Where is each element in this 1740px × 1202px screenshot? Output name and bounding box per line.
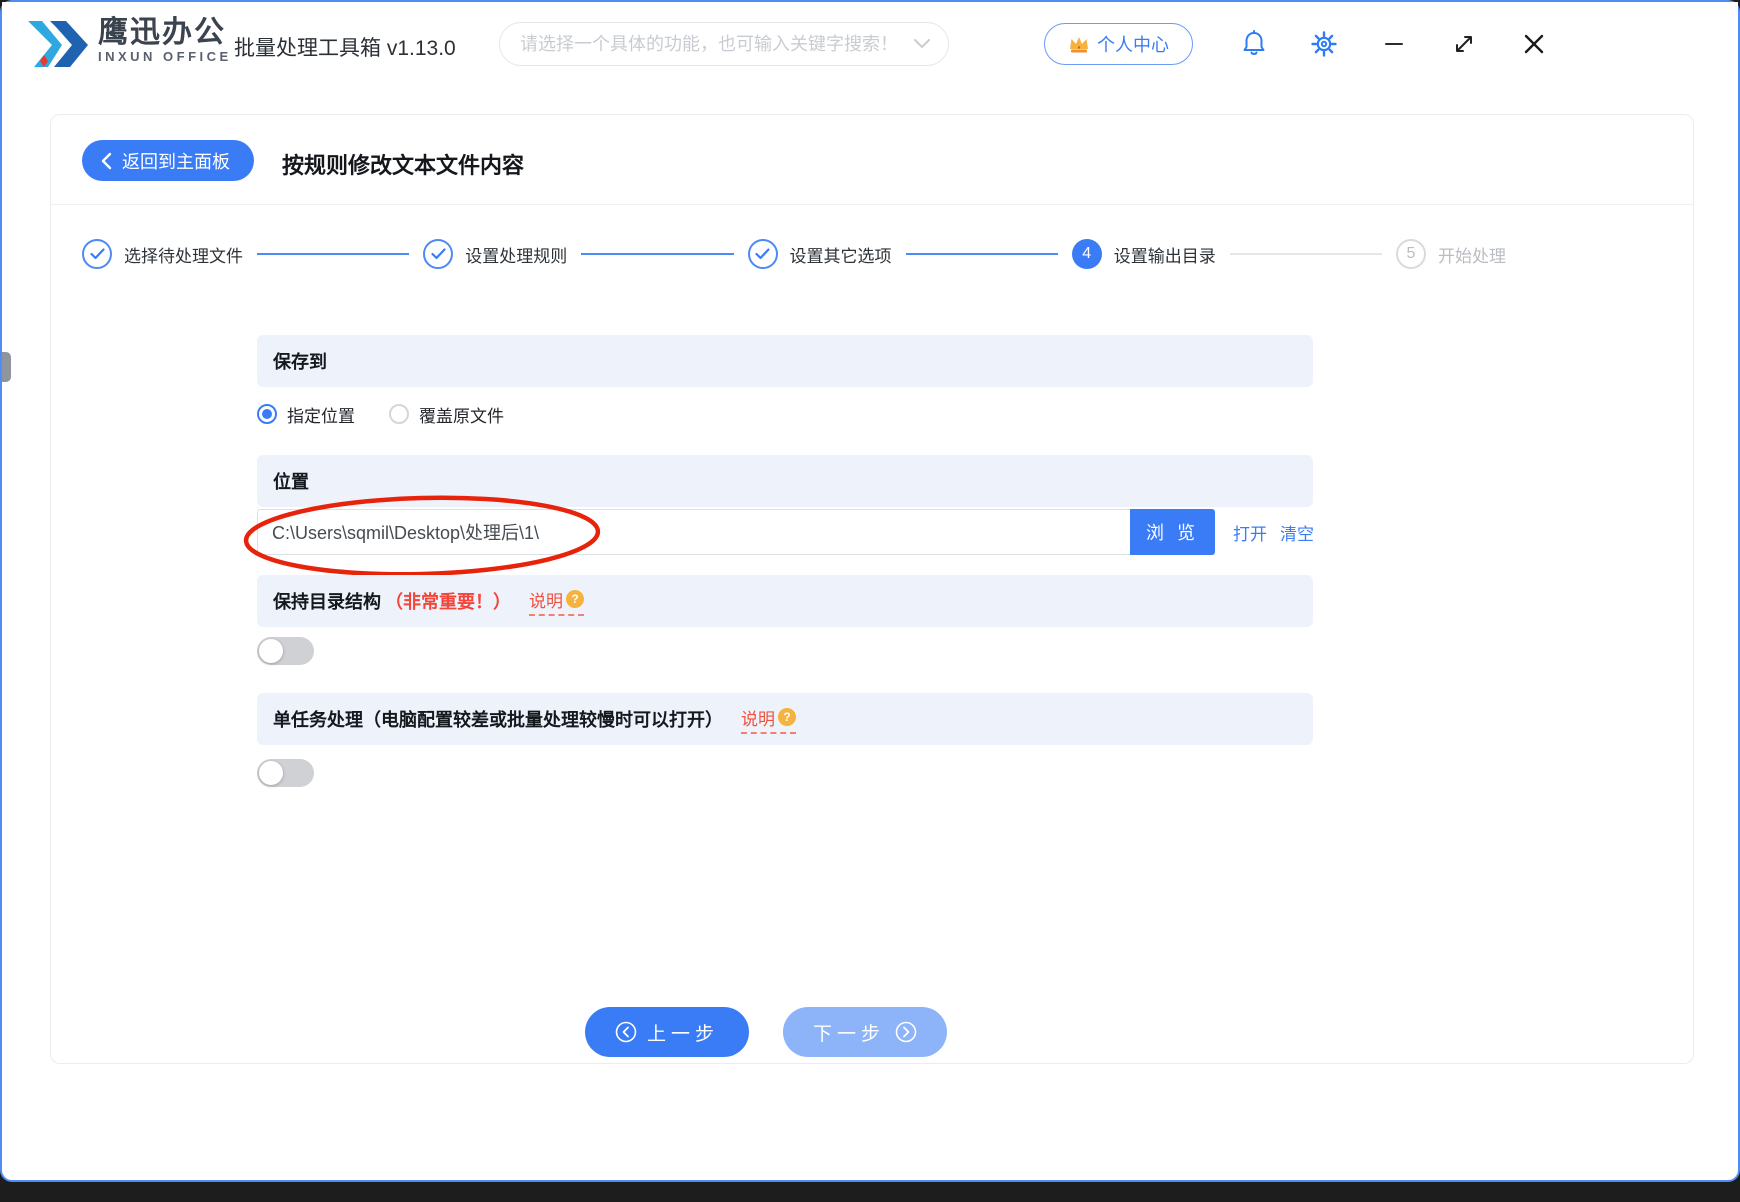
step-other-options: 设置其它选项: [747, 239, 892, 269]
location-header-label: 位置: [273, 472, 309, 492]
single-task-toggle[interactable]: [257, 759, 314, 787]
step-label: 选择待处理文件: [124, 246, 243, 266]
minimize-icon: [1385, 42, 1403, 46]
step-done-icon: [423, 239, 454, 269]
radio-unselected-icon: [389, 404, 409, 424]
single-task-title: 单任务处理（电脑配置较差或批量处理较慢时可以打开）: [273, 710, 723, 730]
single-task-header: 单任务处理（电脑配置较差或批量处理较慢时可以打开） 说明 ?: [257, 693, 1313, 745]
toggle-knob: [259, 639, 283, 663]
close-button[interactable]: [1520, 30, 1548, 58]
single-task-help-link[interactable]: 说明 ?: [741, 705, 796, 734]
keep-structure-header: 保持目录结构 （非常重要！） 说明 ?: [257, 575, 1313, 627]
step-connector: [581, 253, 734, 255]
circle-arrow-right-icon: [895, 1021, 917, 1043]
brand-name-en: INXUN OFFICE: [98, 49, 232, 64]
keep-structure-title: 保持目录结构: [273, 592, 381, 612]
keep-structure-toggle[interactable]: [257, 637, 314, 665]
save-to-header-label: 保存到: [273, 352, 327, 372]
step-select-files: 选择待处理文件: [82, 239, 243, 269]
chevron-down-icon: [914, 39, 930, 49]
page-title: 按规则修改文本文件内容: [282, 153, 525, 178]
next-step-button[interactable]: 下一步: [783, 1007, 947, 1057]
left-edge-handle[interactable]: [2, 352, 11, 382]
help-label: 说明: [741, 709, 775, 729]
app-window: 鹰迅办公 INXUN OFFICE 批量处理工具箱 v1.13.0 个人中心: [0, 0, 1740, 1182]
expand-icon: [1456, 36, 1472, 52]
back-label: 返回到主面板: [122, 151, 230, 172]
header-divider: [51, 204, 1693, 205]
brand-text: 鹰迅办公 INXUN OFFICE: [98, 16, 232, 65]
keep-structure-warning: （非常重要！）: [385, 592, 511, 612]
function-search-input[interactable]: [520, 33, 914, 55]
previous-step-label: 上一步: [646, 1023, 719, 1045]
next-step-label: 下一步: [812, 1023, 885, 1045]
open-folder-link[interactable]: 打开: [1233, 520, 1267, 545]
step-output-directory: 4 设置输出目录: [1071, 239, 1216, 269]
save-to-options: 指定位置 覆盖原文件: [257, 399, 504, 429]
step-done-icon: [82, 239, 112, 269]
step-done-icon: [747, 239, 778, 269]
step-label: 设置处理规则: [465, 246, 568, 266]
location-header: 位置: [257, 455, 1313, 507]
toggle-knob: [259, 761, 283, 785]
step-label: 设置输出目录: [1113, 246, 1216, 266]
minimize-button[interactable]: [1380, 32, 1408, 56]
function-search-box[interactable]: [499, 22, 949, 66]
circle-arrow-left-icon: [615, 1021, 637, 1043]
browse-button[interactable]: 浏 览: [1130, 509, 1215, 555]
bell-icon: [1243, 30, 1265, 55]
user-center-button[interactable]: 个人中心: [1044, 23, 1193, 65]
notifications-button[interactable]: [1240, 28, 1268, 60]
step-connector: [905, 253, 1058, 255]
user-center-label: 个人中心: [1097, 35, 1169, 55]
close-icon: [1524, 34, 1544, 54]
maximize-button[interactable]: [1450, 30, 1478, 58]
wizard-stepper: 选择待处理文件 设置处理规则 设置其它选项 4 设置输出目录 5 开始处理: [82, 232, 1506, 276]
question-badge-icon: ?: [566, 590, 584, 608]
inxun-logo-icon: [28, 21, 88, 67]
step-label: 设置其它选项: [789, 246, 892, 266]
step-start-processing: 5 开始处理: [1396, 239, 1506, 269]
gear-icon: [1311, 31, 1337, 57]
step-label: 开始处理: [1438, 246, 1506, 266]
crown-icon: [1070, 37, 1088, 53]
keep-structure-help-link[interactable]: 说明 ?: [529, 587, 584, 616]
brand-name-cn: 鹰迅办公: [98, 16, 226, 49]
radio-specified-location[interactable]: 指定位置: [257, 402, 355, 427]
step-connector: [1229, 253, 1382, 255]
top-bar: 鹰迅办公 INXUN OFFICE 批量处理工具箱 v1.13.0 个人中心: [2, 2, 1738, 86]
question-badge-icon: ?: [778, 708, 796, 726]
clear-path-link[interactable]: 清空: [1280, 520, 1314, 545]
output-path-input[interactable]: [257, 509, 1130, 555]
step-number: 4: [1071, 239, 1102, 269]
step-number: 5: [1396, 239, 1426, 269]
step-connector: [257, 253, 410, 255]
previous-step-button[interactable]: 上一步: [585, 1007, 749, 1057]
back-to-dashboard-button[interactable]: 返回到主面板: [82, 140, 254, 181]
chevron-left-icon: [101, 152, 112, 169]
app-title: 批量处理工具箱 v1.13.0: [234, 37, 456, 60]
radio-label: 覆盖原文件: [419, 406, 504, 426]
help-label: 说明: [529, 591, 563, 611]
radio-selected-icon: [257, 404, 277, 424]
radio-overwrite-original[interactable]: 覆盖原文件: [389, 402, 504, 427]
save-to-header: 保存到: [257, 335, 1313, 387]
step-set-rules: 设置处理规则: [423, 239, 567, 269]
settings-button[interactable]: [1310, 30, 1338, 58]
radio-label: 指定位置: [287, 406, 355, 426]
